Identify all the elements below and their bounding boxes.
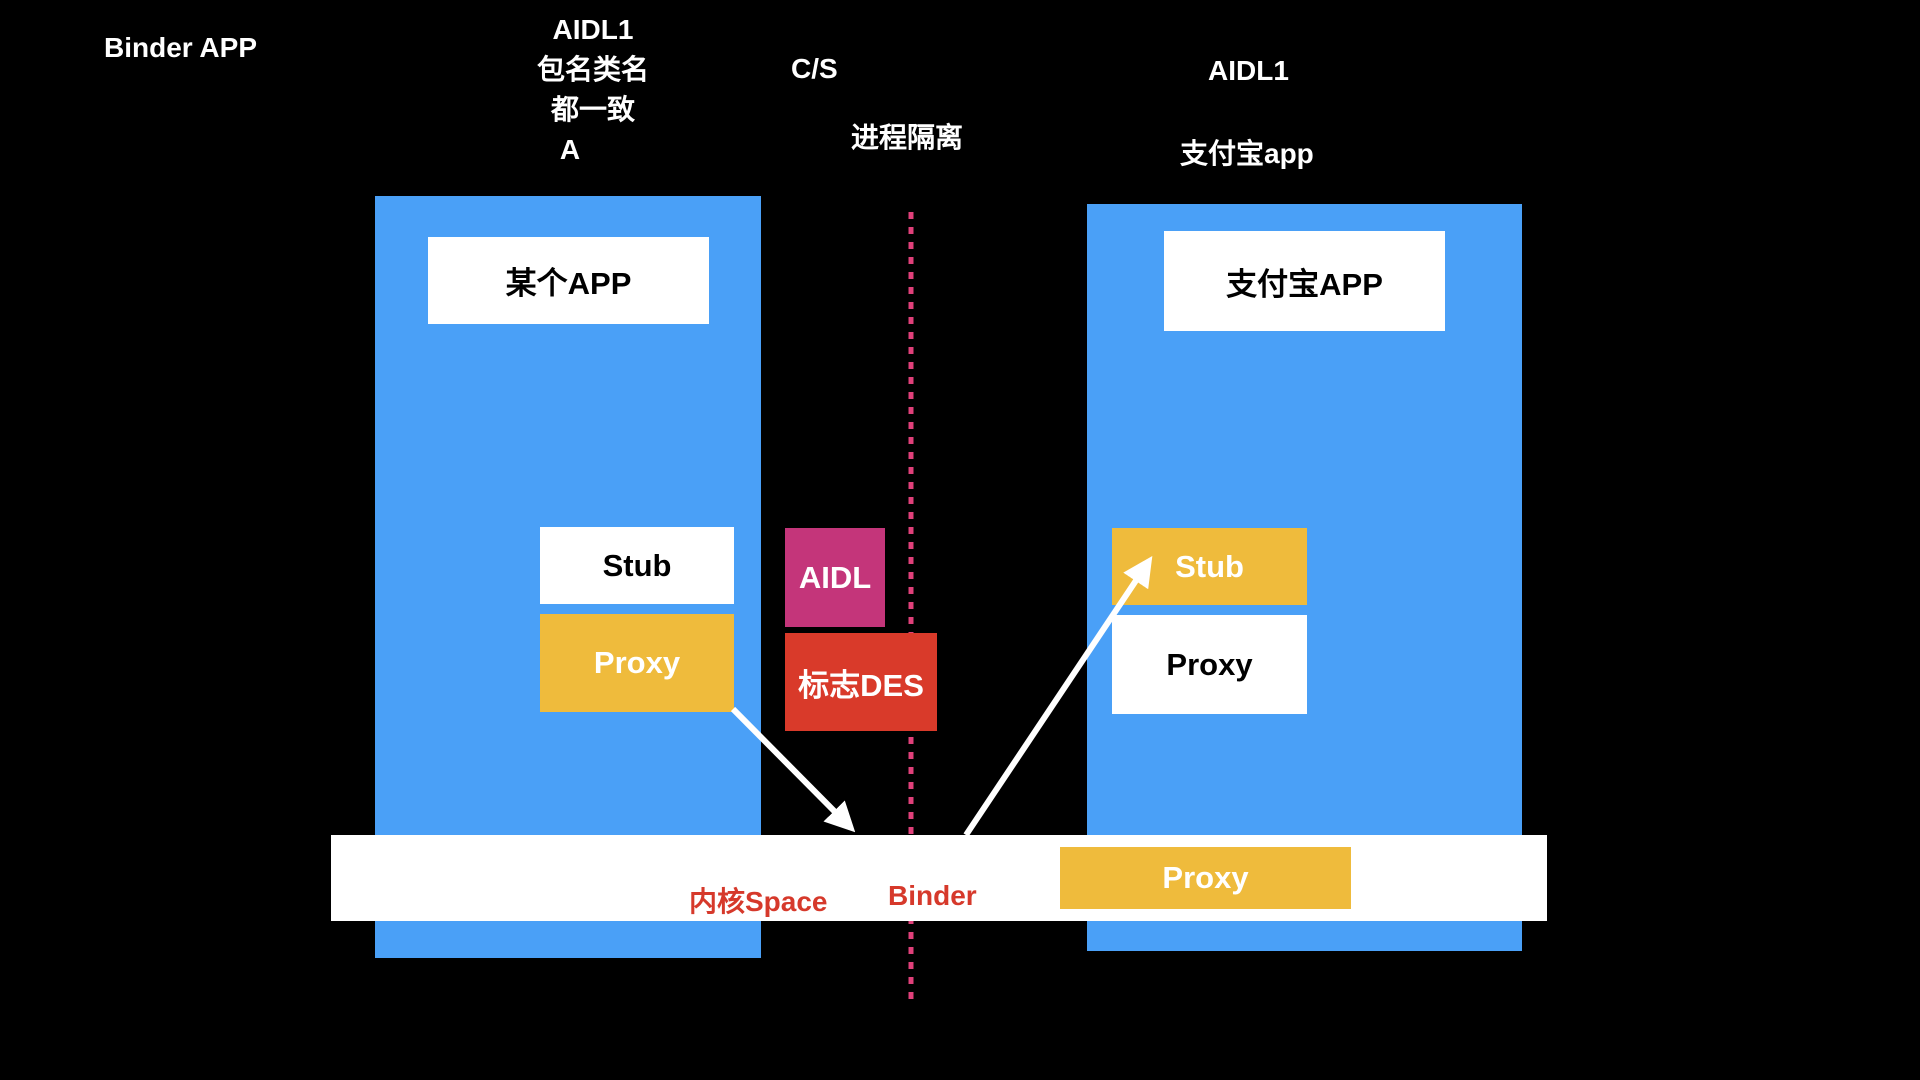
binder-call-arrows [730, 556, 1153, 837]
proxy-to-binder-arrow [730, 706, 856, 833]
binder-to-stub-arrow [963, 556, 1153, 837]
